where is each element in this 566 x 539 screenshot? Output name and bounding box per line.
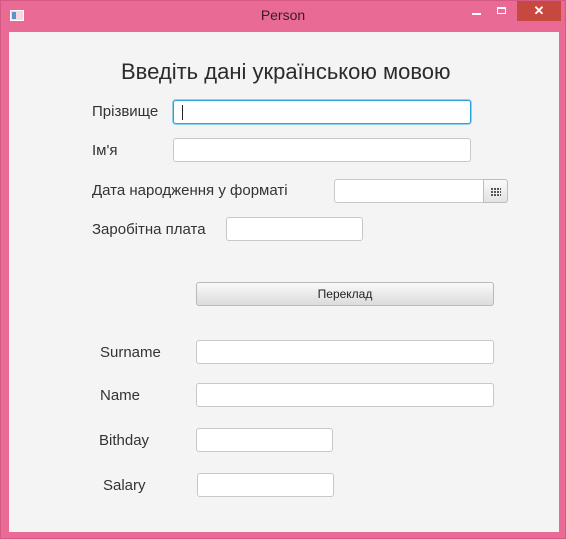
birth-date-ua-input[interactable] [334,179,486,203]
salary-ua-label: Заробітна плата [92,221,206,238]
birthday-en-input[interactable] [196,428,333,452]
date-picker-button[interactable] [483,179,508,203]
translate-button[interactable]: Переклад [196,282,494,306]
salary-en-label: Salary [103,477,146,494]
birth-date-ua-label: Дата народження у форматі [92,182,288,199]
surname-ua-label: Прізвище [92,103,159,120]
surname-en-input[interactable] [196,340,494,364]
surname-en-label: Surname [100,344,161,361]
maximize-button[interactable] [489,1,515,21]
app-window: Person ✕ Введіть дані українською мовою … [0,0,566,539]
form-panel: Введіть дані українською мовою Прізвище … [9,32,559,532]
salary-en-input[interactable] [197,473,334,497]
salary-ua-input[interactable] [226,217,363,241]
birthday-en-label: Bithday [99,432,150,449]
page-title: Введіть дані українською мовою [121,59,451,84]
close-button[interactable]: ✕ [517,1,561,21]
name-ua-label: Ім'я [92,142,118,159]
close-icon: ✕ [533,3,545,18]
text-caret [182,105,183,120]
name-en-input[interactable] [196,383,494,407]
name-ua-input[interactable] [173,138,471,162]
minimize-button[interactable] [463,1,489,21]
name-en-label: Name [100,387,141,404]
surname-ua-input[interactable] [173,100,471,124]
title-bar[interactable]: Person ✕ [1,1,565,32]
calendar-icon [491,187,501,196]
